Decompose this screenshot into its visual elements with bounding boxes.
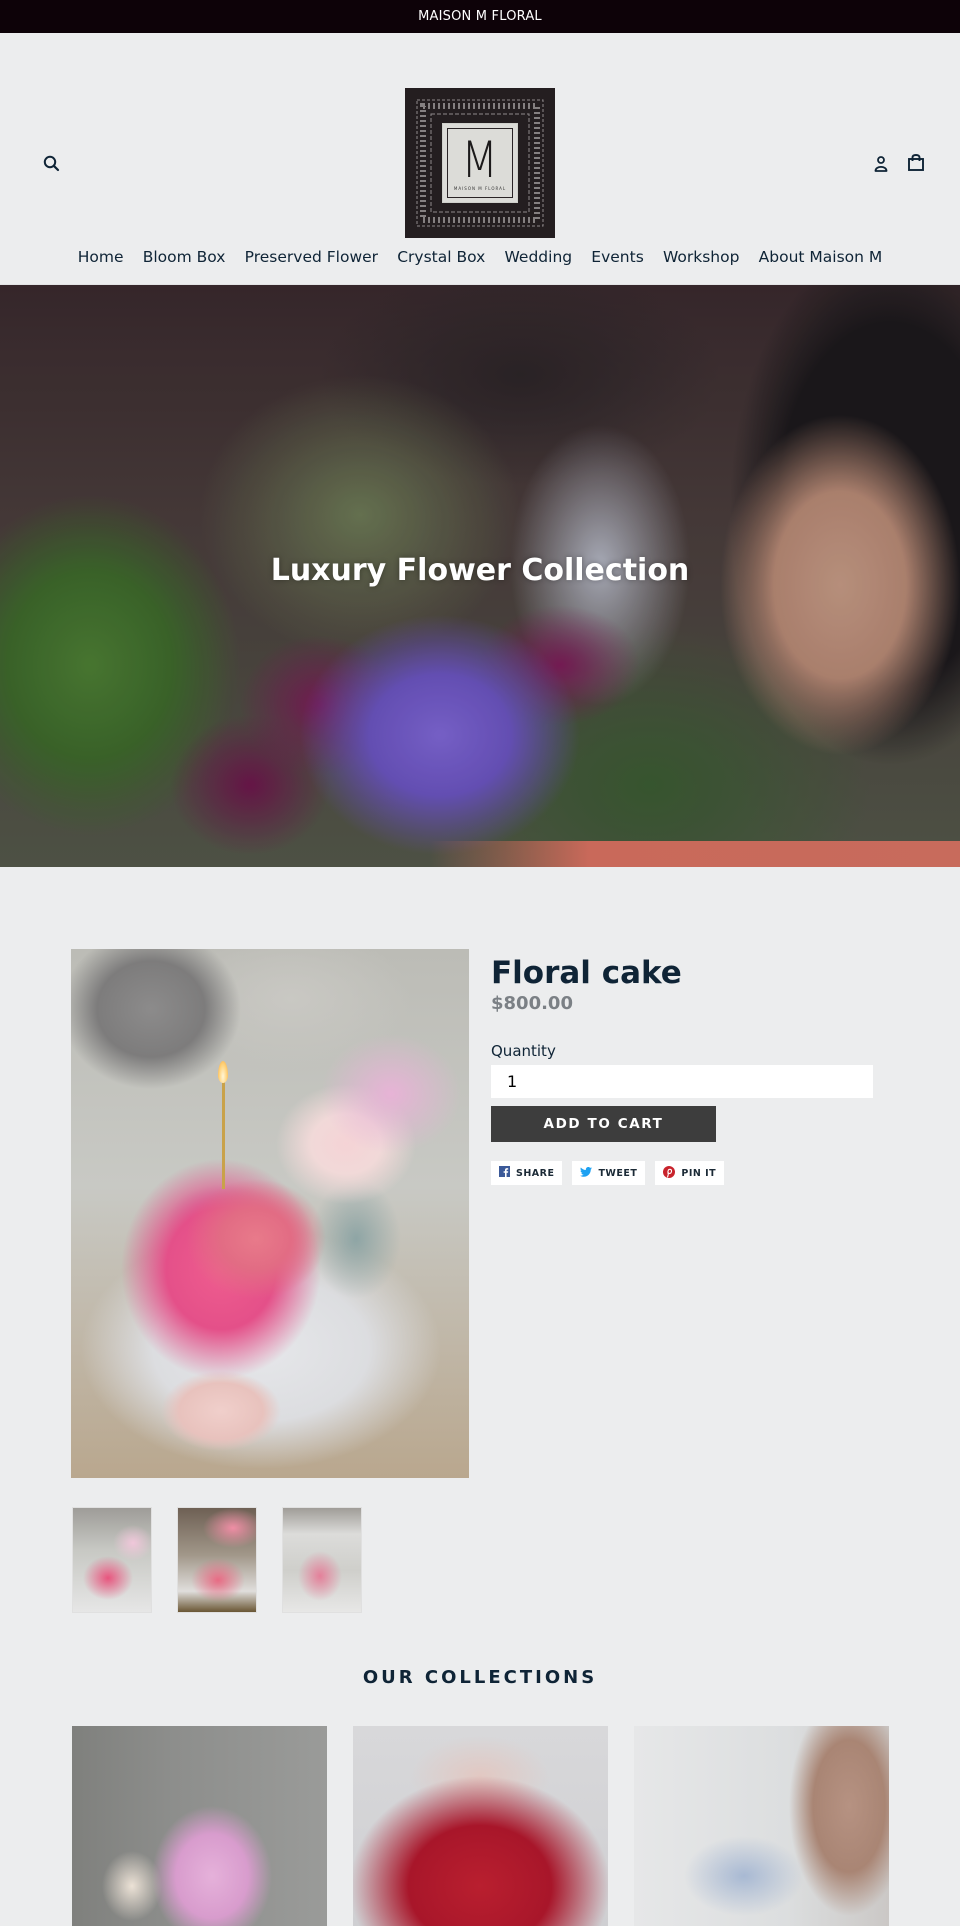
share-pinterest-label: PIN IT	[681, 1167, 717, 1179]
share-facebook-button[interactable]: SHARE	[491, 1161, 563, 1185]
nav-item-bloom-box[interactable]: Bloom Box	[133, 245, 235, 269]
product-info: Floral cake $800.00 Quantity ADD TO CART…	[491, 949, 873, 1185]
site-header: M MAISON M FLORAL Home Bloom Box Preserv…	[0, 33, 960, 285]
collection-card[interactable]	[634, 1726, 889, 1926]
search-icon[interactable]	[42, 154, 62, 174]
quantity-label: Quantity	[491, 1042, 556, 1060]
social-share: SHARE TWEET PIN IT	[491, 1161, 873, 1185]
product-thumbnail-2[interactable]	[177, 1507, 257, 1613]
facebook-icon	[499, 1166, 510, 1180]
collection-card[interactable]	[353, 1726, 608, 1926]
account-icon[interactable]	[871, 154, 891, 174]
cart-icon[interactable]	[905, 152, 927, 174]
share-facebook-label: SHARE	[516, 1167, 555, 1179]
share-twitter-label: TWEET	[598, 1167, 638, 1179]
logo-letter: M	[461, 131, 499, 189]
announcement-text: MAISON M FLORAL	[418, 9, 542, 24]
add-to-cart-button[interactable]: ADD TO CART	[491, 1106, 716, 1142]
share-twitter-button[interactable]: TWEET	[572, 1161, 646, 1185]
logo-center: M MAISON M FLORAL	[442, 123, 518, 203]
hero-title: Luxury Flower Collection	[270, 553, 690, 588]
collections-section: OUR COLLECTIONS	[0, 1637, 960, 1926]
hero-banner: Luxury Flower Collection	[0, 285, 960, 867]
announcement-bar: MAISON M FLORAL	[0, 0, 960, 33]
nav-item-about[interactable]: About Maison M	[749, 245, 892, 269]
site-logo[interactable]: M MAISON M FLORAL	[405, 88, 555, 238]
share-pinterest-button[interactable]: PIN IT	[655, 1161, 725, 1185]
product-title: Floral cake	[491, 955, 682, 991]
nav-item-wedding[interactable]: Wedding	[495, 245, 582, 269]
twitter-icon	[580, 1166, 593, 1180]
collections-heading: OUR COLLECTIONS	[362, 1667, 598, 1688]
pinterest-icon	[663, 1165, 676, 1181]
nav-item-preserved-flower[interactable]: Preserved Flower	[235, 245, 388, 269]
product-main-image[interactable]	[71, 949, 469, 1478]
product-thumbnail-1[interactable]	[72, 1507, 152, 1613]
nav-item-workshop[interactable]: Workshop	[653, 245, 749, 269]
quantity-input[interactable]	[491, 1065, 873, 1098]
nav-item-events[interactable]: Events	[582, 245, 654, 269]
main-nav: Home Bloom Box Preserved Flower Crystal …	[0, 248, 960, 269]
collection-card[interactable]	[72, 1726, 327, 1926]
nav-item-crystal-box[interactable]: Crystal Box	[388, 245, 495, 269]
collections-grid	[72, 1726, 889, 1926]
product-section: Floral cake $800.00 Quantity ADD TO CART…	[0, 867, 960, 1637]
product-thumbnails	[72, 1507, 362, 1613]
nav-item-home[interactable]: Home	[68, 245, 133, 269]
product-thumbnail-3[interactable]	[282, 1507, 362, 1613]
product-price: $800.00	[491, 993, 573, 1014]
